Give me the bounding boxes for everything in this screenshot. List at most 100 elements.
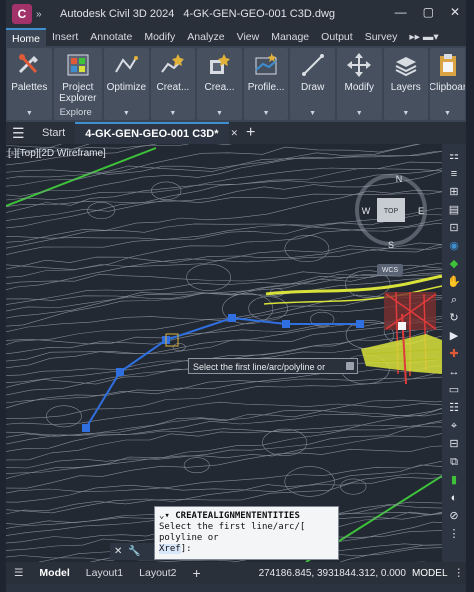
dropdown-arrow-icon[interactable]: ▼ [444, 110, 451, 117]
dropdown-arrow-icon[interactable]: ▼ [309, 110, 316, 117]
clipboard-icon [439, 54, 456, 76]
optimize-button[interactable]: Optimize ▼ [104, 48, 149, 120]
ribbon-panel: Palettes ▼ Project Explorer Explore Opti… [6, 46, 466, 122]
list-icon[interactable]: ☷ [447, 402, 461, 414]
command-name: CREATEALIGNMENTENTITIES [175, 511, 300, 521]
minimize-icon[interactable]: — [395, 5, 407, 19]
tab-layout2[interactable]: Layout2 [131, 567, 184, 579]
zoom-icon[interactable]: ⌕ [447, 294, 461, 306]
tab-active-drawing[interactable]: 4-GK-GEN-GEO-001 C3D* [75, 122, 229, 144]
create-design-button[interactable]: Crea... ▼ [197, 48, 242, 120]
command-close-icon[interactable]: ✕ [114, 546, 122, 557]
measure-icon[interactable]: ✚ [447, 348, 461, 360]
dropdown-arrow-icon[interactable]: ▼ [123, 110, 130, 117]
palettes-button[interactable]: Palettes ▼ [7, 48, 52, 120]
dropdown-arrow-icon[interactable]: ▼ [356, 110, 363, 117]
contour-map[interactable]: TOP N W E S WCS [6, 144, 442, 562]
create-ground-label: Creat... [156, 82, 190, 93]
pan-icon[interactable]: ✋ [447, 276, 461, 288]
new-tab-icon[interactable]: + [246, 124, 255, 142]
properties-icon[interactable]: ⚏ [447, 150, 461, 162]
draw-icon [301, 54, 324, 76]
tab-start[interactable]: Start [32, 122, 75, 144]
draworder-icon[interactable]: ▮ [447, 474, 461, 486]
layout-menu-icon[interactable]: ☰ [6, 567, 31, 579]
contour-line [6, 245, 442, 278]
create-ground-data-button[interactable]: Creat... ▼ [150, 48, 196, 120]
maximize-icon[interactable]: ▢ [423, 5, 434, 19]
viewcube-top-label: TOP [384, 208, 399, 215]
tab-layout1[interactable]: Layout1 [78, 567, 131, 579]
tool-palettes-icon[interactable]: ▤ [447, 204, 461, 216]
profile-view-button[interactable]: Profile... ▼ [243, 48, 289, 120]
tab-survey[interactable]: Survey [359, 31, 404, 43]
dropdown-arrow-icon[interactable]: ▼ [263, 110, 270, 117]
dropdown-arrow-icon[interactable]: ▼ [216, 110, 223, 117]
modify-button[interactable]: Modify ▼ [336, 48, 382, 120]
draw-button[interactable]: Draw ▼ [290, 48, 335, 120]
status-menu-icon[interactable]: ⋮ [452, 567, 467, 579]
contour-line [6, 376, 442, 404]
add-layout-icon[interactable]: + [185, 565, 209, 581]
tab-home[interactable]: Home [6, 28, 47, 46]
ribbon-tab-bar: Home Insert Annotate Modify Analyze View… [6, 28, 466, 46]
contour-closed [183, 457, 210, 474]
viewport-controls-label[interactable]: [-][Top][2D Wireframe] [8, 148, 106, 159]
quick-access-chevron-icon[interactable]: » [36, 9, 50, 20]
dist-icon[interactable]: ↔ [447, 366, 461, 378]
tab-model[interactable]: Model [31, 567, 77, 579]
clipboard-button[interactable]: Clipboar ▼ [430, 48, 465, 120]
area-icon[interactable]: ▭ [447, 384, 461, 396]
command-history-icon[interactable]: ⌄▾ [159, 511, 175, 521]
contour-line [6, 274, 442, 327]
civil3d-logo-icon[interactable]: C [12, 4, 32, 24]
id-icon[interactable]: ⌖ [447, 420, 461, 432]
model-space-toggle[interactable]: MODEL [412, 568, 448, 579]
matchprop-icon[interactable]: ⊡ [447, 222, 461, 234]
move-icon [347, 53, 372, 77]
globe-icon[interactable]: ◉ [447, 240, 461, 252]
status-bar: ☰ Model Layout1 Layout2 + 274186.845, 39… [6, 562, 466, 584]
layer-icon[interactable]: ≡ [447, 168, 461, 180]
command-suffix: ]: [180, 544, 192, 554]
xref-option[interactable]: Xref [159, 544, 181, 554]
dropdown-arrow-icon[interactable]: ▼ [402, 110, 409, 117]
tooltip-text: Select the first line/arc/polyline or [193, 362, 326, 372]
project-explorer-button[interactable]: Project Explorer Explore [53, 48, 103, 120]
coordinate-readout[interactable]: 274186.845, 3931844.312, 0.000 [259, 568, 406, 579]
more-tabs-icon[interactable]: ▸▸ ▬▾ [403, 31, 444, 43]
contour-line [6, 272, 442, 301]
close-tab-icon[interactable]: ✕ [229, 122, 241, 144]
command-customize-icon[interactable]: 🔧 [128, 546, 140, 557]
file-tab-bar: ☰ Start 4-GK-GEN-GEO-001 C3D* ✕ + [6, 122, 466, 144]
geolocation-icon[interactable]: ◆ [447, 258, 461, 270]
window-title: Autodesk Civil 3D 2024 4-GK-GEN-GEO-001 … [60, 8, 341, 20]
layers-button[interactable]: Layers ▼ [383, 48, 429, 120]
menu-icon[interactable]: ☰ [12, 125, 32, 142]
hide-icon[interactable]: ⊘ [447, 510, 461, 522]
command-line-window[interactable]: ⌄▾ CREATEALIGNMENTENTITIES Select the fi… [154, 506, 339, 560]
orbit-icon[interactable]: ↻ [447, 312, 461, 324]
tab-modify[interactable]: Modify [138, 31, 181, 43]
tab-annotate[interactable]: Annotate [84, 31, 138, 43]
xref-icon[interactable]: ⧉ [447, 456, 461, 468]
showmotion-icon[interactable]: ▶ [447, 330, 461, 342]
contour-line [6, 420, 442, 469]
quickcalc-icon[interactable]: ⊟ [447, 438, 461, 450]
tab-manage[interactable]: Manage [265, 31, 315, 43]
modify-label: Modify [344, 82, 374, 93]
contour-closed [340, 478, 367, 495]
close-icon[interactable]: ✕ [450, 5, 460, 19]
viewcube-east-label: E [418, 206, 424, 216]
dropdown-arrow-icon[interactable]: ▼ [26, 110, 33, 117]
more-tools-icon[interactable]: ⋮ [447, 528, 461, 540]
tab-view[interactable]: View [231, 31, 266, 43]
dropdown-arrow-icon[interactable]: ▼ [169, 110, 176, 117]
isolate-icon[interactable]: ◐ [447, 492, 461, 504]
drawing-canvas[interactable]: TOP N W E S WCS [-][Top][2D Wireframe] S… [6, 144, 442, 562]
tab-output[interactable]: Output [315, 31, 359, 43]
tab-insert[interactable]: Insert [46, 31, 84, 43]
tab-analyze[interactable]: Analyze [181, 31, 230, 43]
viewcube-south-label: S [388, 240, 394, 250]
toolspace-icon[interactable]: ⊞ [447, 186, 461, 198]
